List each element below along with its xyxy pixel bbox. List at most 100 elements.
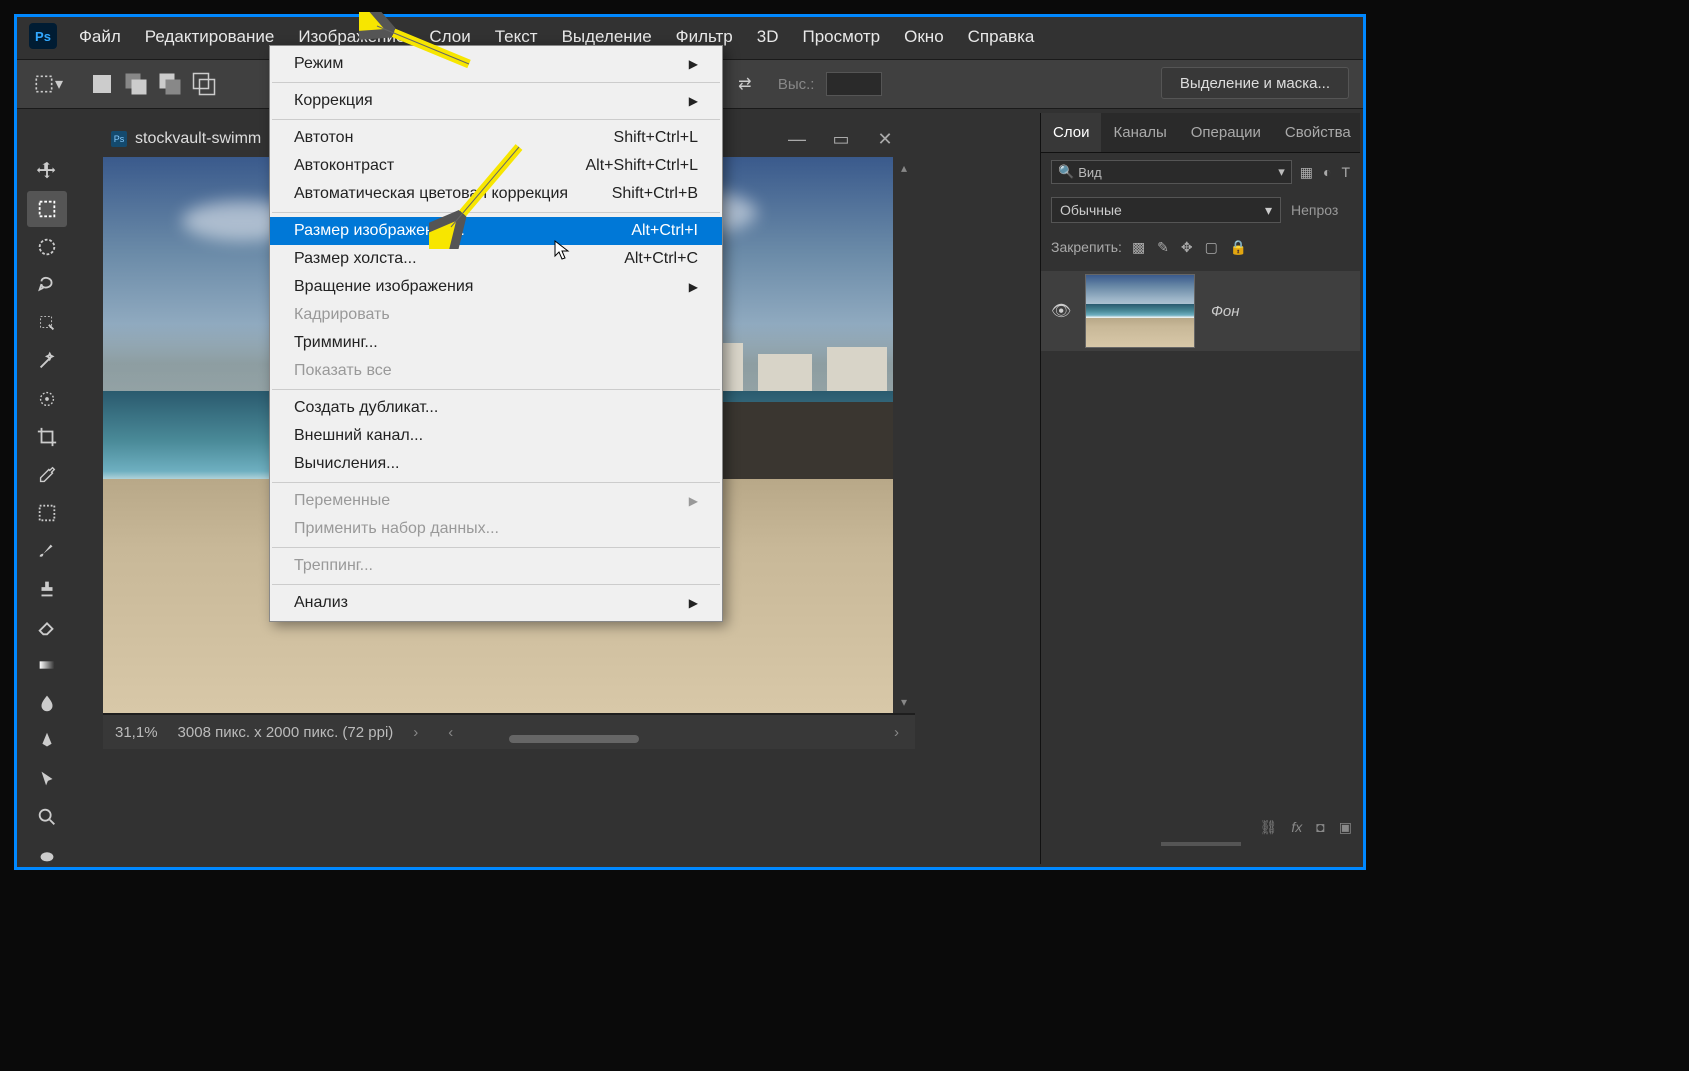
maximize-button[interactable]: ▭ xyxy=(819,125,863,153)
menu-item-2[interactable]: Коррекция▶ xyxy=(270,87,722,115)
menu-item-label: Треппинг... xyxy=(294,557,373,575)
menu-item-4[interactable]: АвтотонShift+Ctrl+L xyxy=(270,124,722,152)
layer-mask-icon[interactable]: ◘ xyxy=(1316,819,1324,836)
crop-tool[interactable] xyxy=(27,419,67,455)
selection-add-icon[interactable] xyxy=(121,71,151,97)
tab-actions[interactable]: Операции xyxy=(1179,113,1273,152)
menu-item-label: Автоматическая цветовая коррекция xyxy=(294,185,568,203)
selection-new-icon[interactable] xyxy=(87,71,117,97)
menu-item-8[interactable]: Размер изображения...Alt+Ctrl+I xyxy=(270,217,722,245)
tab-properties[interactable]: Свойства xyxy=(1273,113,1363,152)
marquee-tool[interactable] xyxy=(27,191,67,227)
layer-visibility-icon[interactable]: 👁 xyxy=(1051,301,1069,321)
menu-item-9[interactable]: Размер холста...Alt+Ctrl+C xyxy=(270,245,722,273)
menu-separator xyxy=(272,584,720,585)
tab-channels[interactable]: Каналы xyxy=(1101,113,1178,152)
menu-item-shortcut: Alt+Shift+Ctrl+L xyxy=(586,157,699,175)
menu-item-0[interactable]: Режим▶ xyxy=(270,50,722,78)
status-arrow-icon[interactable]: › xyxy=(413,724,418,741)
close-button[interactable]: ✕ xyxy=(863,125,907,153)
scroll-up-icon[interactable]: ▴ xyxy=(893,161,915,175)
lock-transparent-icon[interactable]: ▩ xyxy=(1132,239,1145,256)
pen-tool[interactable] xyxy=(27,723,67,759)
lock-position-icon[interactable]: ✥ xyxy=(1181,239,1193,256)
blur-tool[interactable] xyxy=(27,685,67,721)
horizontal-scrollbar[interactable] xyxy=(509,735,639,743)
menu-item-label: Размер холста... xyxy=(294,250,417,268)
scroll-right-icon[interactable]: › xyxy=(894,724,899,741)
select-and-mask-button[interactable]: Выделение и маска... xyxy=(1161,67,1349,99)
filter-adjust-icon[interactable]: ◐ xyxy=(1323,164,1331,181)
selection-subtract-icon[interactable] xyxy=(155,71,185,97)
menu-3d[interactable]: 3D xyxy=(745,21,791,53)
menu-item-20: Применить набор данных... xyxy=(270,515,722,543)
scroll-down-icon[interactable]: ▾ xyxy=(893,695,915,709)
submenu-arrow-icon: ▶ xyxy=(689,596,698,610)
quick-select-tool[interactable] xyxy=(27,305,67,341)
magic-wand-tool[interactable] xyxy=(27,343,67,379)
layer-fx-icon[interactable]: fx xyxy=(1291,819,1302,836)
tab-layers[interactable]: Слои xyxy=(1041,113,1101,152)
menu-view[interactable]: Просмотр xyxy=(791,21,893,53)
submenu-arrow-icon: ▶ xyxy=(689,57,698,71)
menu-item-5[interactable]: АвтоконтрастAlt+Shift+Ctrl+L xyxy=(270,152,722,180)
menu-edit[interactable]: Редактирование xyxy=(133,21,287,53)
lasso-tool[interactable] xyxy=(27,267,67,303)
eyedropper-tool[interactable] xyxy=(27,457,67,493)
ellipse-marquee-tool[interactable] xyxy=(27,229,67,265)
minimize-button[interactable]: — xyxy=(775,125,819,153)
layer-thumbnail[interactable] xyxy=(1085,274,1195,348)
menu-item-6[interactable]: Автоматическая цветовая коррекцияShift+C… xyxy=(270,180,722,208)
menu-item-16[interactable]: Внешний канал... xyxy=(270,422,722,450)
layer-filter-select[interactable]: 🔍 Вид ▾ xyxy=(1051,160,1292,184)
menu-item-15[interactable]: Создать дубликат... xyxy=(270,394,722,422)
zoom-level[interactable]: 31,1% xyxy=(115,724,158,741)
menu-item-13: Показать все xyxy=(270,357,722,385)
spot-heal-tool[interactable] xyxy=(27,381,67,417)
move-tool[interactable] xyxy=(27,153,67,189)
menu-item-17[interactable]: Вычисления... xyxy=(270,450,722,478)
menu-item-label: Тримминг... xyxy=(294,334,378,352)
hand-tool[interactable] xyxy=(27,837,67,873)
link-layers-icon[interactable]: ⛓ xyxy=(1260,819,1278,836)
marquee-tool-preset-icon[interactable]: ▾ xyxy=(33,71,63,97)
menu-item-label: Применить набор данных... xyxy=(294,520,499,538)
height-input[interactable] xyxy=(826,72,882,96)
tools-panel xyxy=(21,145,73,873)
menu-separator xyxy=(272,119,720,120)
filter-pixel-icon[interactable]: ▦ xyxy=(1300,164,1313,181)
menu-separator xyxy=(272,389,720,390)
menu-item-24[interactable]: Анализ▶ xyxy=(270,589,722,617)
layer-row[interactable]: 👁 Фон xyxy=(1041,271,1360,351)
filter-text-icon[interactable]: T xyxy=(1341,164,1350,181)
lock-all-icon[interactable]: 🔒 xyxy=(1230,239,1247,256)
eraser-tool[interactable] xyxy=(27,609,67,645)
swap-dims-icon[interactable]: ⇄ xyxy=(730,71,760,97)
path-select-tool[interactable] xyxy=(27,761,67,797)
submenu-arrow-icon: ▶ xyxy=(689,280,698,294)
blend-mode-select[interactable]: Обычные▾ xyxy=(1051,197,1281,223)
menu-item-label: Показать все xyxy=(294,362,392,380)
new-layer-icon[interactable]: ▣ xyxy=(1339,819,1352,836)
scroll-left-icon[interactable]: ‹ xyxy=(448,724,453,741)
frame-tool[interactable] xyxy=(27,495,67,531)
menu-separator xyxy=(272,212,720,213)
menu-file[interactable]: Файл xyxy=(67,21,133,53)
document-statusbar: 31,1% 3008 пикс. x 2000 пикс. (72 ppi) ›… xyxy=(103,715,915,749)
menu-item-10[interactable]: Вращение изображения▶ xyxy=(270,273,722,301)
panel-resize-handle[interactable] xyxy=(1161,842,1241,846)
stamp-tool[interactable] xyxy=(27,571,67,607)
menu-item-12[interactable]: Тримминг... xyxy=(270,329,722,357)
menu-help[interactable]: Справка xyxy=(956,21,1047,53)
lock-paint-icon[interactable]: ✎ xyxy=(1157,239,1169,256)
document-dimensions: 3008 пикс. x 2000 пикс. (72 ppi) xyxy=(178,724,394,741)
gradient-tool[interactable] xyxy=(27,647,67,683)
brush-tool[interactable] xyxy=(27,533,67,569)
menu-separator xyxy=(272,547,720,548)
menu-window[interactable]: Окно xyxy=(892,21,956,53)
layer-name[interactable]: Фон xyxy=(1211,303,1240,320)
lock-artboard-icon[interactable]: ▢ xyxy=(1205,239,1218,256)
vertical-scrollbar[interactable]: ▴ ▾ xyxy=(893,157,915,713)
zoom-tool[interactable] xyxy=(27,799,67,835)
selection-intersect-icon[interactable] xyxy=(189,71,219,97)
